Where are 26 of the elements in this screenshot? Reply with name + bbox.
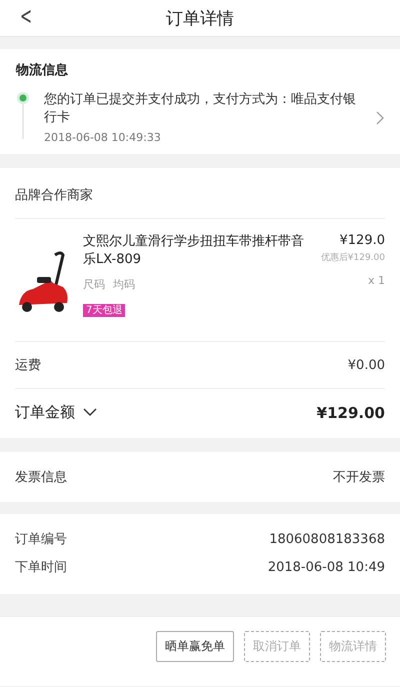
info-label: 订单编号 [15, 531, 67, 549]
shipping-value: ¥0.00 [348, 358, 385, 372]
return-badge: 7天包退 [83, 304, 126, 317]
invoice-value: 不开发票 [333, 469, 385, 486]
shipping-label: 运费 [15, 357, 41, 374]
timeline-dot-icon [16, 91, 30, 139]
section-title: 品牌合作商家 [15, 168, 385, 219]
product-price: ¥129.0 [338, 233, 385, 248]
spec-label: 尺码 [83, 277, 105, 292]
total-toggle[interactable]: 订单金额 [15, 403, 97, 422]
info-label: 下单时间 [15, 559, 67, 577]
info-value: 18060808183368 [269, 531, 385, 549]
product-name: 文熙尔儿童滑行学步扭扭车带推杆带音乐LX-809 [83, 233, 305, 269]
logistics-message: 您的订单已提交并支付成功，支付方式为：唯品支付银行卡 [44, 91, 357, 127]
quantity: x 1 [366, 274, 385, 287]
total-value: ¥129.00 [316, 404, 385, 422]
back-button[interactable]: < [16, 2, 36, 30]
section-title: 物流信息 [16, 62, 69, 79]
chevron-right-icon[interactable] [376, 110, 384, 124]
spec-value: 均码 [113, 277, 135, 292]
logistics-time: 2018-06-08 10:49:33 [44, 131, 162, 144]
invoice-label: 发票信息 [15, 469, 67, 486]
discount-price: 优惠后¥129.00 [320, 252, 385, 264]
info-value: 2018-06-08 10:49 [268, 559, 385, 577]
action-button[interactable]: 晒单赢免单 [156, 631, 234, 662]
page-title: 订单详情 [166, 8, 234, 30]
